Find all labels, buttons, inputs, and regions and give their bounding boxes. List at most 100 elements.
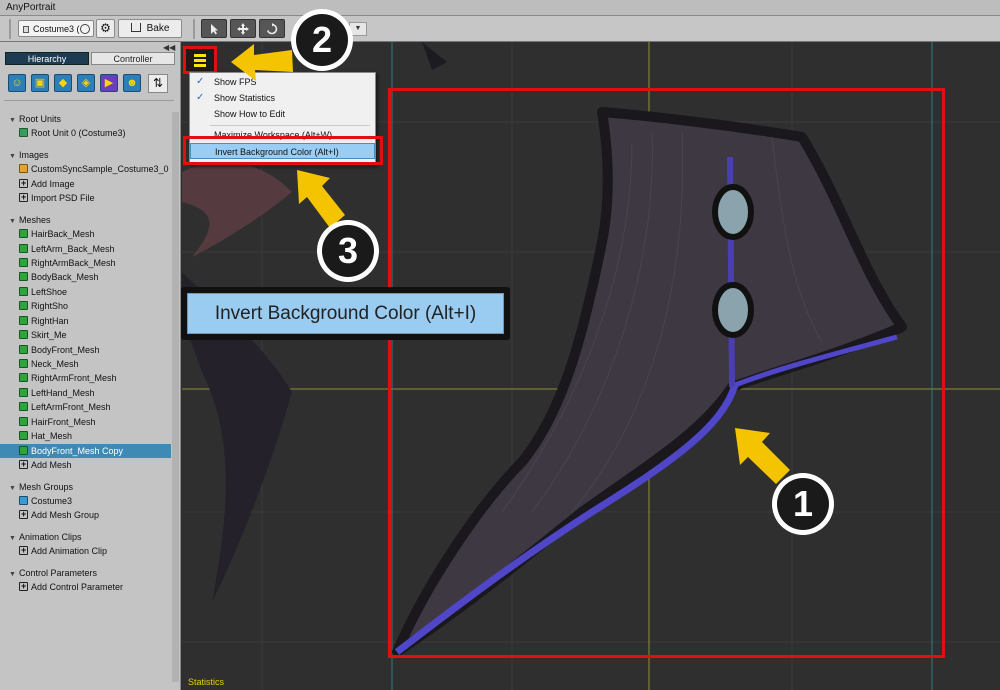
list-item[interactable]: Neck_Mesh <box>0 357 171 371</box>
hierarchy-tree: ▼ Root Units Root Unit 0 (Costume3) ▼ Imag… <box>0 112 171 595</box>
menu-item-show-fps[interactable]: ✓ Show FPS <box>190 74 375 90</box>
move-icon <box>237 23 249 35</box>
window-title: AnyPortrait <box>6 2 56 13</box>
expand-triangle-icon: ▼ <box>9 217 16 225</box>
list-item[interactable]: RightHan <box>0 314 171 328</box>
image-filter-icon[interactable]: ▣ <box>31 74 49 92</box>
plus-icon <box>19 458 28 471</box>
plus-icon <box>19 544 28 557</box>
select-tool-button[interactable] <box>201 19 227 38</box>
rotate-tool-button[interactable] <box>259 19 285 38</box>
section-images[interactable]: ▼ Images <box>0 148 171 162</box>
menu-item-show-statistics[interactable]: ✓ Show Statistics <box>190 90 375 106</box>
sort-button[interactable]: ⇅ <box>148 74 168 93</box>
toolbar-separator <box>193 19 195 39</box>
toolbar: Costume3 ( ⚙ Bake ▼ <box>0 16 1000 42</box>
plus-icon <box>19 508 28 521</box>
root-unit-icon <box>19 128 28 138</box>
list-item[interactable]: BodyBack_Mesh <box>0 270 171 284</box>
list-item[interactable]: RightArmBack_Mesh <box>0 256 171 270</box>
select-arrow-icon <box>211 24 218 35</box>
root-unit-filter-icon[interactable]: ☺ <box>8 74 26 92</box>
mesh-icon <box>19 359 28 368</box>
collapse-panel-icon[interactable]: ◀◀ <box>163 43 175 52</box>
expand-triangle-icon: ▼ <box>9 570 16 578</box>
step-badge-1: 1 <box>772 473 834 535</box>
mesh-icon <box>19 330 28 340</box>
statistics-label: Statistics <box>188 677 225 687</box>
section-animation-clips[interactable]: ▼ Animation Clips <box>0 530 171 544</box>
move-tool-button[interactable] <box>230 19 256 38</box>
mesh-icon <box>19 416 28 426</box>
menu-item-show-how-to-edit[interactable]: Show How to Edit <box>190 106 375 122</box>
list-item-selected[interactable]: BodyFront_Mesh Copy <box>0 443 171 459</box>
animation-filter-icon[interactable]: ▶ <box>100 74 118 92</box>
add-image-button[interactable]: Add Image <box>0 177 171 191</box>
add-control-parameter-button[interactable]: Add Control Parameter <box>0 580 171 594</box>
mesh-icon <box>19 301 28 311</box>
gear-icon: ⚙ <box>100 21 111 35</box>
control-parameter-filter-icon[interactable]: ☻ <box>123 74 141 92</box>
list-item[interactable]: LeftArm_Back_Mesh <box>0 242 171 256</box>
image-icon <box>19 164 28 174</box>
hamburger-icon <box>194 54 206 69</box>
mesh-icon <box>19 286 28 296</box>
step-badge-2: 2 <box>291 9 353 71</box>
add-animation-clip-button[interactable]: Add Animation Clip <box>0 544 171 558</box>
section-root-units[interactable]: ▼ Root Units <box>0 112 171 126</box>
mesh-group-dropdown[interactable]: Costume3 ( <box>18 20 94 37</box>
list-item[interactable]: CustomSyncSample_Costume3_0 <box>0 162 171 176</box>
title-bar: AnyPortrait <box>0 0 1000 16</box>
list-item[interactable]: Root Unit 0 (Costume3) <box>0 126 171 140</box>
highlight-frame-workspace <box>388 88 945 658</box>
add-mesh-group-button[interactable]: Add Mesh Group <box>0 508 171 522</box>
list-item[interactable]: LeftArmFront_Mesh <box>0 400 171 414</box>
expand-triangle-icon: ▼ <box>9 484 16 492</box>
mesh-icon <box>19 229 28 239</box>
workspace-menu-button[interactable] <box>183 46 217 74</box>
list-item[interactable]: LeftShoe <box>0 285 171 299</box>
section-meshes[interactable]: ▼ Meshes <box>0 213 171 227</box>
scrollbar[interactable] <box>172 112 179 682</box>
bake-button[interactable]: Bake <box>118 19 182 38</box>
section-mesh-groups[interactable]: ▼ Mesh Groups <box>0 480 171 494</box>
settings-button[interactable]: ⚙ <box>96 19 115 38</box>
mesh-icon <box>19 431 28 441</box>
expand-triangle-icon: ▼ <box>9 117 16 124</box>
list-item[interactable]: RightSho <box>0 299 171 313</box>
list-item[interactable]: Costume3 <box>0 494 171 508</box>
sort-icon: ⇅ <box>152 76 164 90</box>
list-item[interactable]: RightArmFront_Mesh <box>0 371 171 385</box>
tab-controller[interactable]: Controller <box>91 52 175 65</box>
list-item[interactable]: Skirt_Me <box>0 328 171 342</box>
mesh-icon <box>19 387 28 397</box>
divider <box>4 100 174 101</box>
mesh-group-filter-icon[interactable]: ◈ <box>77 74 95 92</box>
bake-label: Bake <box>146 23 170 34</box>
mesh-filter-icon[interactable]: ◆ <box>54 74 72 92</box>
export-icon <box>130 23 141 32</box>
section-control-parameters[interactable]: ▼ Control Parameters <box>0 566 171 580</box>
step-badge-3: 3 <box>317 220 379 282</box>
list-item[interactable]: HairBack_Mesh <box>0 227 171 241</box>
mesh-icon <box>19 243 28 253</box>
target-icon <box>80 24 90 34</box>
tab-hierarchy[interactable]: Hierarchy <box>5 52 89 65</box>
mesh-icon <box>19 257 28 267</box>
mesh-group-icon <box>19 495 28 505</box>
list-item[interactable]: HairFront_Mesh <box>0 415 171 429</box>
check-icon: ✓ <box>196 76 205 87</box>
mesh-icon <box>19 373 28 383</box>
document-icon <box>23 26 29 33</box>
add-mesh-button[interactable]: Add Mesh <box>0 458 171 472</box>
mesh-icon <box>19 272 28 282</box>
import-psd-button[interactable]: Import PSD File <box>0 191 171 205</box>
list-item[interactable]: Hat_Mesh <box>0 429 171 443</box>
list-item[interactable]: LeftHand_Mesh <box>0 386 171 400</box>
menu-separator <box>210 125 370 126</box>
list-item[interactable]: BodyFront_Mesh <box>0 343 171 357</box>
